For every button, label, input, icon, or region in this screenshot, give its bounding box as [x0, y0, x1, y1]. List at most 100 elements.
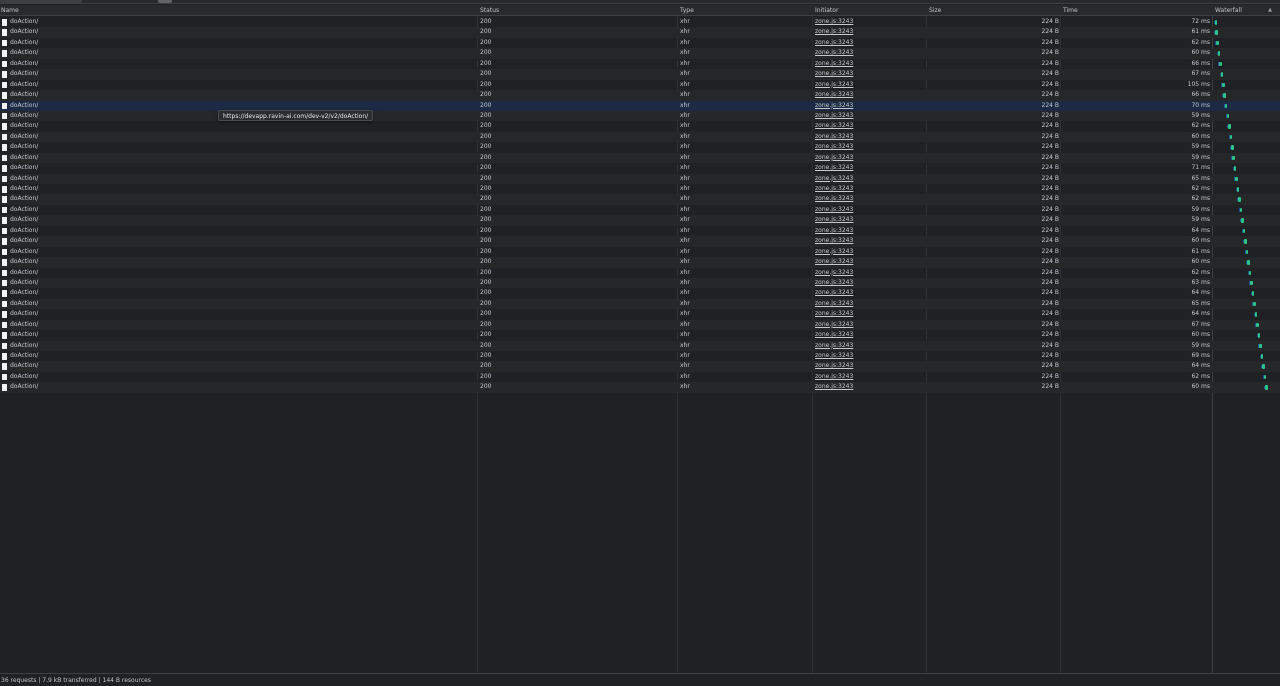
initiator-link[interactable]: zone.js:3243 [815, 257, 925, 267]
initiator-link[interactable]: zone.js:3243 [815, 372, 925, 382]
table-row[interactable]: doAction/200 xhr zone.js:3243 224 B 66 ms [0, 90, 1280, 101]
request-size: 224 B [1041, 91, 1059, 99]
table-row[interactable]: doAction/200 xhr zone.js:3243 224 B 64 ms [0, 226, 1280, 236]
column-header-type[interactable]: Type [680, 5, 810, 16]
toolbar-toggle[interactable] [158, 0, 172, 3]
initiator-link[interactable]: zone.js:3243 [815, 288, 925, 298]
initiator-link[interactable]: zone.js:3243 [815, 142, 925, 152]
table-row[interactable]: doAction/200 xhr zone.js:3243 224 B 61 ms [0, 247, 1280, 257]
initiator-link[interactable]: zone.js:3243 [815, 174, 925, 184]
table-row[interactable]: doAction/200 xhr zone.js:3243 224 B 69 ms [0, 351, 1280, 361]
initiator-link[interactable]: zone.js:3243 [815, 121, 925, 131]
initiator-link[interactable]: zone.js:3243 [815, 101, 925, 111]
table-row[interactable]: doAction/200 xhr zone.js:3243 224 B 64 ms [0, 288, 1280, 298]
initiator-link[interactable]: zone.js:3243 [815, 111, 925, 121]
initiator-link[interactable]: zone.js:3243 [815, 320, 925, 330]
table-row[interactable]: doAction/200 xhr zone.js:3243 224 B 67 ms [0, 319, 1280, 331]
initiator-link[interactable]: zone.js:3243 [815, 69, 925, 79]
table-row[interactable]: doAction/200 xhr zone.js:3243 224 B 71 ms [0, 163, 1280, 173]
initiator-link[interactable]: zone.js:3243 [815, 361, 925, 371]
initiator-link[interactable]: zone.js:3243 [815, 153, 925, 163]
table-row[interactable]: doAction/200 xhr zone.js:3243 224 B 70 ms [0, 100, 1280, 111]
request-status: 200 [480, 310, 492, 318]
table-row[interactable]: doAction/200 xhr zone.js:3243 224 B 64 ms [0, 361, 1280, 372]
table-row[interactable]: doAction/200 xhr zone.js:3243 224 B 60 ms [0, 236, 1280, 247]
table-row[interactable]: doAction/200 xhr zone.js:3243 224 B 66 ms [0, 59, 1280, 69]
table-row[interactable]: doAction/200 xhr zone.js:3243 224 B 59 ms [0, 110, 1280, 122]
initiator-link[interactable]: zone.js:3243 [815, 341, 925, 351]
request-type: xhr [680, 132, 690, 140]
table-row[interactable]: doAction/200 xhr zone.js:3243 224 B 60 ms [0, 330, 1280, 340]
initiator-link[interactable]: zone.js:3243 [815, 17, 925, 27]
table-row[interactable]: doAction/200 xhr zone.js:3243 224 B 62 ms [0, 184, 1280, 194]
table-row[interactable]: doAction/200 xhr zone.js:3243 224 B 61 ms [0, 27, 1280, 38]
initiator-link[interactable]: zone.js:3243 [815, 163, 925, 173]
initiator-link[interactable]: zone.js:3243 [815, 184, 925, 194]
initiator-link[interactable]: zone.js:3243 [815, 27, 925, 37]
initiator-link[interactable]: zone.js:3243 [815, 268, 925, 278]
initiator-link[interactable]: zone.js:3243 [815, 382, 925, 392]
initiator-link[interactable]: zone.js:3243 [815, 215, 925, 225]
request-status: 200 [480, 38, 492, 46]
waterfall-bar [1261, 364, 1265, 369]
column-header-time[interactable]: Time [1063, 5, 1210, 16]
table-row[interactable]: doAction/200 xhr zone.js:3243 224 B 67 ms [0, 69, 1280, 80]
initiator-link[interactable]: zone.js:3243 [815, 38, 925, 48]
toolbar-tab[interactable] [0, 0, 82, 3]
initiator-link[interactable]: zone.js:3243 [815, 278, 925, 288]
table-row[interactable]: doAction/200 xhr zone.js:3243 224 B 59 ms [0, 152, 1280, 164]
initiator-link[interactable]: zone.js:3243 [815, 132, 925, 142]
column-header-status[interactable]: Status [480, 5, 670, 16]
initiator-link[interactable]: zone.js:3243 [815, 90, 925, 100]
table-row[interactable]: doAction/200 xhr zone.js:3243 224 B 64 ms [0, 309, 1280, 319]
request-name: doAction/ [10, 372, 39, 380]
table-row[interactable]: doAction/200 xhr zone.js:3243 224 B 60 ms [0, 382, 1280, 393]
request-name: doAction/ [10, 352, 39, 359]
table-row[interactable]: doAction/200 xhr zone.js:3243 224 B 62 ms [0, 372, 1280, 382]
request-name: doAction/ [10, 70, 39, 78]
initiator-link[interactable]: zone.js:3243 [815, 309, 925, 319]
table-row[interactable]: doAction/200 xhr zone.js:3243 224 B 62 ms [0, 268, 1280, 278]
initiator-link[interactable]: zone.js:3243 [815, 351, 925, 361]
table-row[interactable]: doAction/200 xhr zone.js:3243 224 B 59 ms [0, 205, 1280, 215]
column-header-name[interactable]: Name [1, 5, 471, 16]
request-type: xhr [680, 122, 690, 130]
request-type: xhr [680, 91, 690, 99]
table-row[interactable]: doAction/200 xhr zone.js:3243 224 B 105 ms [0, 80, 1280, 90]
document-icon [2, 227, 7, 235]
initiator-link[interactable]: zone.js:3243 [815, 205, 925, 215]
column-header-size[interactable]: Size [929, 5, 1059, 16]
table-row[interactable]: doAction/200 xhr zone.js:3243 224 B 60 ms [0, 48, 1280, 59]
table-row[interactable]: doAction/200 xhr zone.js:3243 224 B 59 ms [0, 215, 1280, 226]
table-row[interactable]: doAction/200 xhr zone.js:3243 224 B 59 ms [0, 142, 1280, 152]
waterfall-bar [1222, 93, 1226, 98]
initiator-link[interactable]: zone.js:3243 [815, 226, 925, 236]
table-row[interactable]: doAction/200 xhr zone.js:3243 224 B 60 ms [0, 131, 1280, 143]
request-type: xhr [680, 185, 690, 192]
initiator-link[interactable]: zone.js:3243 [815, 80, 925, 90]
table-row[interactable]: doAction/200 xhr zone.js:3243 224 B 62 ms [0, 194, 1280, 205]
request-type: xhr [680, 174, 690, 182]
sort-ascending-icon[interactable]: ▲ [1268, 5, 1272, 16]
initiator-link[interactable]: zone.js:3243 [815, 299, 925, 309]
request-size: 224 B [1041, 352, 1059, 359]
table-row[interactable]: doAction/200 xhr zone.js:3243 224 B 60 ms [0, 257, 1280, 268]
request-status: 200 [480, 362, 492, 370]
initiator-link[interactable]: zone.js:3243 [815, 194, 925, 204]
table-row[interactable]: doAction/200 xhr zone.js:3243 224 B 72 ms [0, 17, 1280, 27]
initiator-link[interactable]: zone.js:3243 [815, 48, 925, 58]
initiator-link[interactable]: zone.js:3243 [815, 236, 925, 246]
request-summary: 36 requests | 7.9 kB transferred | 144 B… [1, 677, 151, 684]
table-row[interactable]: doAction/200 xhr zone.js:3243 224 B 63 ms [0, 277, 1280, 289]
table-row[interactable]: doAction/200 xhr zone.js:3243 224 B 65 ms [0, 173, 1280, 184]
initiator-link[interactable]: zone.js:3243 [815, 59, 925, 69]
column-header-initiator[interactable]: Initiator [815, 5, 925, 16]
waterfall-bar [1240, 218, 1244, 223]
table-row[interactable]: doAction/200 xhr zone.js:3243 224 B 62 ms [0, 121, 1280, 131]
table-row[interactable]: doAction/200 xhr zone.js:3243 224 B 65 ms [0, 298, 1280, 310]
initiator-link[interactable]: zone.js:3243 [815, 330, 925, 340]
table-row[interactable]: doAction/200 xhr zone.js:3243 224 B 59 ms [0, 340, 1280, 351]
table-row[interactable]: doAction/200 xhr zone.js:3243 224 B 62 ms [0, 38, 1280, 48]
waterfall-bar [1249, 280, 1253, 286]
initiator-link[interactable]: zone.js:3243 [815, 247, 925, 257]
